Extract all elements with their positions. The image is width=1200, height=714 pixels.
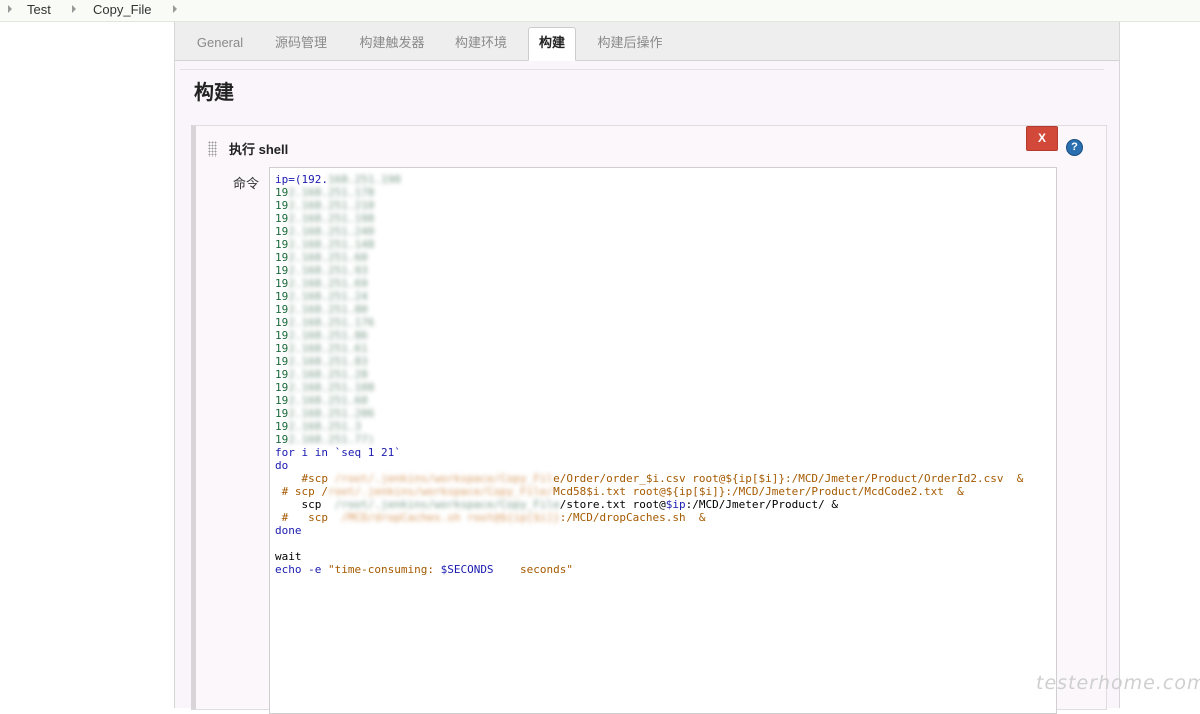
code-blurred: 2.168.251.108 <box>288 381 375 394</box>
tab-build-triggers[interactable]: 构建触发器 <box>348 28 436 59</box>
tab-source-control[interactable]: 源码管理 <box>263 28 339 59</box>
code-ip-line: 19 <box>275 329 289 342</box>
code-blurred: 2.168.251.69 <box>288 277 368 290</box>
code-ip-line: 19 <box>275 420 289 433</box>
code-echo-var: $SECONDS <box>440 563 494 576</box>
breadcrumb-separator-icon[interactable] <box>72 5 76 13</box>
code-blurred: 2.168.251.24 <box>288 290 368 303</box>
code-blurred: 2.168.251.80 <box>288 303 368 316</box>
code-scp-1-tail: e/Order/order_$i.csv root@${ip[$i]}:/MCD… <box>553 472 1024 485</box>
code-ip-list: 192.168.251.178 192.168.251.210 192.168.… <box>275 186 374 446</box>
step-title: 执行 shell <box>229 142 289 157</box>
tab-build-environment[interactable]: 构建环境 <box>445 28 517 59</box>
code-blurred: 2.168.251.240 <box>288 225 375 238</box>
breadcrumb-separator-icon[interactable] <box>173 5 177 13</box>
code-blurred: 2.168.251.93 <box>288 264 368 277</box>
code-scp-3-end: :/MCD/Jmeter/Product/ & <box>685 498 838 511</box>
code-echo-string-2: seconds" <box>493 563 574 576</box>
drag-handle-icon[interactable] <box>208 141 217 157</box>
title-divider <box>180 69 1104 70</box>
code-blurred: 2.168.251.86 <box>288 329 368 342</box>
code-do: do <box>275 459 289 472</box>
code-for-line: for i in `seq 1 21` <box>275 446 401 459</box>
code-ip-line: 19 <box>275 381 289 394</box>
command-editor[interactable]: ip=(192.168.251.190 192.168.251.178 192.… <box>269 167 1057 714</box>
code-ip-line: 19 <box>275 355 289 368</box>
code-blurred: 2.168.251.206 <box>288 407 375 420</box>
code-blurred: 2.168.251.178 <box>288 186 375 199</box>
code-scp-4-prefix: # scp <box>275 511 342 524</box>
code-ip-line: 19 <box>275 186 289 199</box>
code-ip-line: 19 <box>275 225 289 238</box>
help-icon[interactable]: ? <box>1066 139 1083 156</box>
code-echo-cmd: echo -e <box>275 563 328 576</box>
watermark: testerhome.com <box>1036 672 1200 694</box>
code-blurred: 2.168.251.61 <box>288 342 368 355</box>
code-ip-line: 19 <box>275 264 289 277</box>
code-ip-line: 19 <box>275 394 289 407</box>
code-ip-line: 19 <box>275 368 289 381</box>
code-blurred: 2.168.251.77) <box>288 433 375 446</box>
code-ip-line: 19 <box>275 238 289 251</box>
command-label: 命令 <box>233 176 260 191</box>
code-echo-string-1: "time-consuming: <box>327 563 441 576</box>
code-blurred: 2.168.251.176 <box>288 316 375 329</box>
code-ip-line: 19 <box>275 290 289 303</box>
code-blurred: 2.168.251.28 <box>288 368 368 381</box>
code-ip-line: 19 <box>275 251 289 264</box>
code-blurred: 2.168.251.60 <box>288 394 368 407</box>
config-panel: General 源码管理 构建触发器 构建环境 构建 构建后操作 构建 执行 s… <box>174 22 1120 714</box>
code-blurred: /root/.jenkins/workspace/Copy_File <box>334 498 560 511</box>
code-blurred: /root/.jenkins/workspace/Copy_Fil <box>334 472 554 485</box>
code-blurred: 2.168.251.3 <box>288 420 362 433</box>
code-ip-line: 19 <box>275 316 289 329</box>
code-scp-2-tail: Mcd58$i.txt root@${ip[$i]}:/MCD/Jmeter/P… <box>553 485 964 498</box>
execute-shell-step: 执行 shell X ? 命令 ip=(192.168.251.190 192.… <box>191 125 1107 714</box>
code-blurred: root/.jenkins/workspace/Copy_File/ <box>327 485 554 498</box>
code-scp-3-tail: /store.txt root@ <box>559 498 666 511</box>
code-blurred: 168.251.190 <box>327 173 401 186</box>
code-wait: wait <box>275 550 302 563</box>
code-scp-3-prefix: scp <box>275 498 335 511</box>
breadcrumb-item-test[interactable]: Test <box>27 2 51 17</box>
code-ip-line: 19 <box>275 433 289 446</box>
code-ip-line: 19 <box>275 277 289 290</box>
code-ip-open: ip=(192. <box>275 173 328 186</box>
code-ip-line: 19 <box>275 407 289 420</box>
code-blurred: 2.168.251.210 <box>288 199 375 212</box>
code-ip-line: 19 <box>275 199 289 212</box>
command-code[interactable]: ip=(192.168.251.190 192.168.251.178 192.… <box>275 173 1023 576</box>
page-title: 构建 <box>194 82 234 104</box>
code-blurred: 2.168.251.60 <box>288 251 368 264</box>
code-scp-4-tail: :/MCD/dropCaches.sh & <box>559 511 706 524</box>
code-blurred: 2.168.251.198 <box>288 212 375 225</box>
breadcrumb-item-copy-file[interactable]: Copy_File <box>93 2 152 17</box>
tab-post-build-actions[interactable]: 构建后操作 <box>585 28 675 59</box>
tab-bar: General 源码管理 构建触发器 构建环境 构建 构建后操作 <box>175 22 1119 61</box>
code-blurred: 2.168.251.148 <box>288 238 375 251</box>
code-scp-1-prefix: #scp <box>275 472 335 485</box>
tab-general[interactable]: General <box>185 28 255 59</box>
code-blurred: /MCD/dropCaches.sh root@${ip[$i]} <box>341 511 560 524</box>
tab-build[interactable]: 构建 <box>528 27 576 61</box>
code-done: done <box>275 524 302 537</box>
breadcrumb: Test Copy_File <box>0 0 1200 22</box>
code-ip-line: 19 <box>275 212 289 225</box>
code-scp-3-var: $ip <box>665 498 686 511</box>
code-scp-2-prefix: # scp / <box>275 485 328 498</box>
delete-step-button[interactable]: X <box>1026 126 1058 151</box>
code-blurred: 2.168.251.83 <box>288 355 368 368</box>
code-ip-line: 19 <box>275 303 289 316</box>
breadcrumb-separator-icon <box>8 5 12 13</box>
code-ip-line: 19 <box>275 342 289 355</box>
